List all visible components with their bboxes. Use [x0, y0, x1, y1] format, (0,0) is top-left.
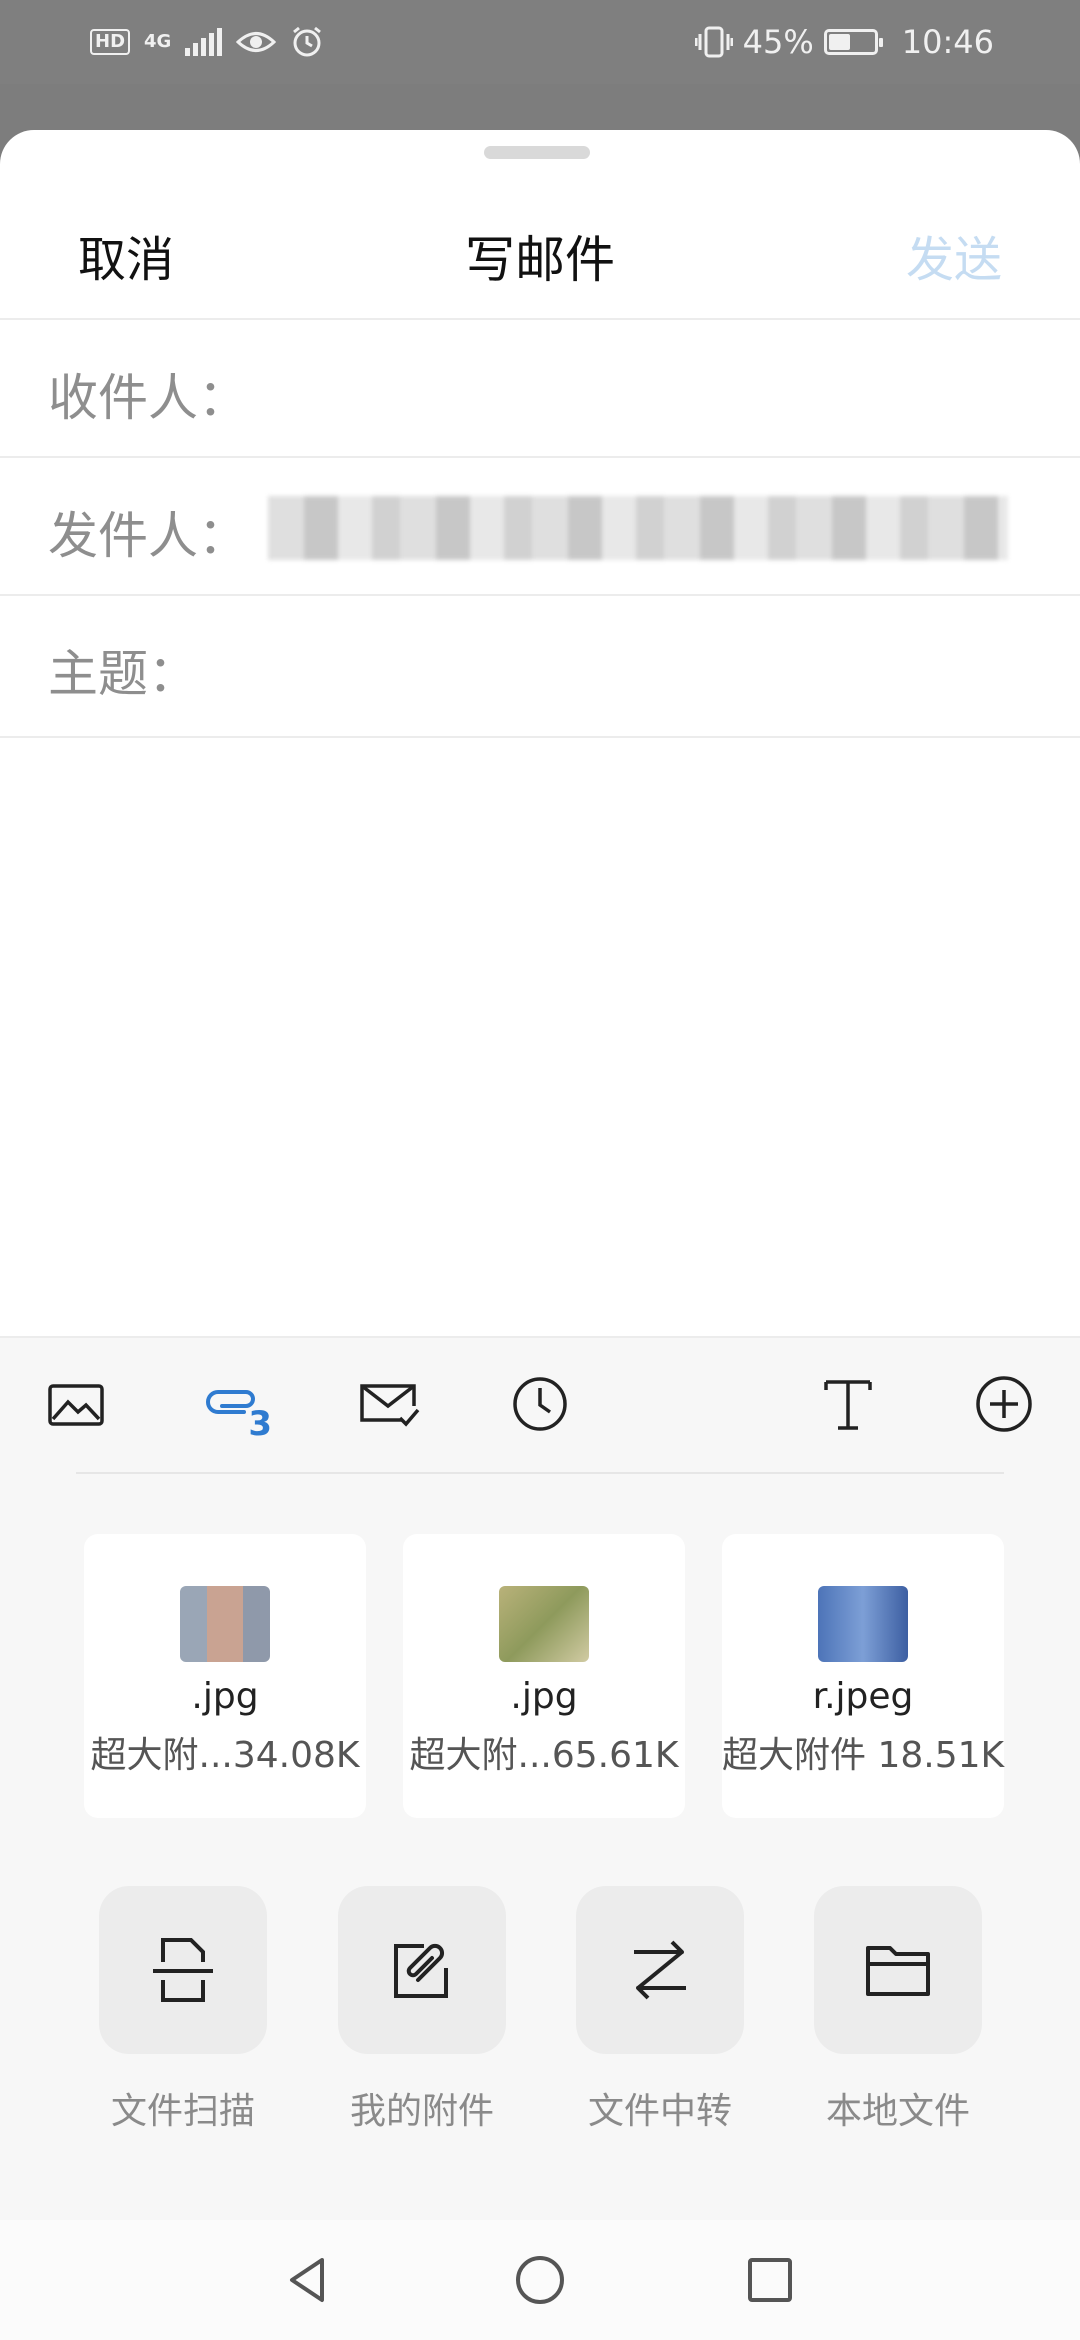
compose-title-bar: 取消 写邮件 发送 [0, 190, 1080, 310]
file-transfer-tile[interactable] [576, 1886, 744, 2054]
compose-sheet: 取消 写邮件 发送 收件人： 发件人： 主题： 3 .jpg 超大附...34.… [0, 130, 1080, 2340]
attachment-panel: 3 .jpg 超大附...34.08K .jpg 超大附...65.61K r.… [0, 1336, 1080, 2340]
scan-file-icon [153, 1938, 213, 2002]
text-format-icon [824, 1380, 872, 1430]
attachment-filename: .jpg [191, 1676, 259, 1717]
clock-time: 10:46 [901, 23, 994, 61]
file-scan-tile[interactable] [99, 1886, 267, 2054]
send-button[interactable]: 发送 [906, 220, 1002, 290]
from-field-row[interactable]: 发件人： [0, 456, 1080, 594]
subject-label: 主题： [48, 645, 198, 703]
from-label: 发件人： [48, 507, 248, 565]
attachment-list: .jpg 超大附...34.08K .jpg 超大附...65.61K r.jp… [84, 1534, 1004, 1818]
attachment-size: 超大附...34.08K [90, 1735, 360, 1776]
attachment-filename: .jpg [510, 1676, 578, 1717]
battery-icon [823, 29, 883, 55]
attachment-thumbnail [818, 1586, 908, 1662]
more-options-button[interactable] [968, 1368, 1040, 1440]
toolbar-divider [76, 1472, 1004, 1474]
file-scan-label: 文件扫描 [110, 2091, 255, 2132]
attachment-card[interactable]: r.jpeg 超大附件 18.51K [722, 1534, 1004, 1818]
status-right: 45% 10:46 [694, 22, 994, 62]
insert-image-button[interactable] [40, 1368, 112, 1440]
message-body[interactable] [0, 736, 1080, 1336]
battery-percent: 45% [742, 23, 814, 61]
folder-icon [866, 1946, 930, 1996]
file-transfer-label: 文件中转 [587, 2091, 732, 2132]
file-transfer-icon [634, 1940, 686, 2000]
recents-square-icon [748, 2258, 792, 2302]
clock-icon [513, 1377, 567, 1431]
attachment-source-actions: 文件扫描 我的附件 文件中转 本地文件 [0, 1886, 1080, 2146]
subject-field-row[interactable]: 主题： [0, 594, 1080, 732]
nav-home-button[interactable] [508, 2248, 572, 2312]
text-format-button[interactable] [812, 1368, 884, 1440]
my-attachments-icon [394, 1943, 448, 1998]
sheet-grabber-handle[interactable] [484, 146, 590, 159]
home-circle-icon [516, 2256, 564, 2304]
my-attachments-label: 我的附件 [349, 2091, 494, 2132]
status-left: HD 4G [90, 22, 324, 62]
add-circle-icon [976, 1376, 1032, 1432]
attachment-size: 超大附...65.61K [409, 1735, 679, 1776]
sender-address-redacted[interactable] [268, 496, 1008, 560]
image-icon [48, 1384, 104, 1426]
attachment-size: 超大附件 18.51K [722, 1735, 1005, 1776]
signal-icon [185, 28, 223, 56]
back-triangle-icon [290, 2258, 324, 2302]
compose-toolbar: 3 [0, 1338, 1080, 1472]
local-files-tile[interactable] [814, 1886, 982, 2054]
subject-input[interactable] [200, 624, 1040, 704]
attachment-filename: r.jpeg [812, 1676, 914, 1717]
to-input[interactable] [250, 348, 1040, 428]
eye-icon [236, 32, 277, 52]
attachment-card[interactable]: .jpg 超大附...65.61K [403, 1534, 685, 1818]
attachment-card[interactable]: .jpg 超大附...34.08K [84, 1534, 366, 1818]
local-files-label: 本地文件 [825, 2091, 970, 2132]
hd-badge: HD [90, 29, 131, 55]
file-scan-button[interactable]: 文件扫描 [83, 1886, 283, 2146]
to-field-row[interactable]: 收件人： [0, 318, 1080, 456]
my-attachments-tile[interactable] [338, 1886, 506, 2054]
system-navigation-bar [0, 2220, 1080, 2340]
nav-back-button[interactable] [276, 2248, 340, 2312]
nav-recents-button[interactable] [738, 2248, 802, 2312]
scheduled-send-button[interactable] [504, 1368, 576, 1440]
local-files-button[interactable]: 本地文件 [798, 1886, 998, 2146]
read-receipt-button[interactable] [352, 1368, 424, 1440]
mail-check-icon [360, 1384, 420, 1427]
attachment-thumbnail [499, 1586, 589, 1662]
status-bar: HD 4G 45% 10:46 [0, 0, 1080, 84]
to-label: 收件人： [48, 369, 248, 427]
alarm-icon [293, 26, 322, 57]
my-attachments-button[interactable]: 我的附件 [322, 1886, 522, 2146]
file-transfer-button[interactable]: 文件中转 [560, 1886, 760, 2146]
attachment-thumbnail [180, 1586, 270, 1662]
attachment-count-badge: 3 [248, 1404, 272, 1444]
attachments-button[interactable]: 3 [196, 1368, 272, 1444]
vibrate-icon [694, 26, 733, 58]
network-type: 4G [144, 31, 172, 52]
